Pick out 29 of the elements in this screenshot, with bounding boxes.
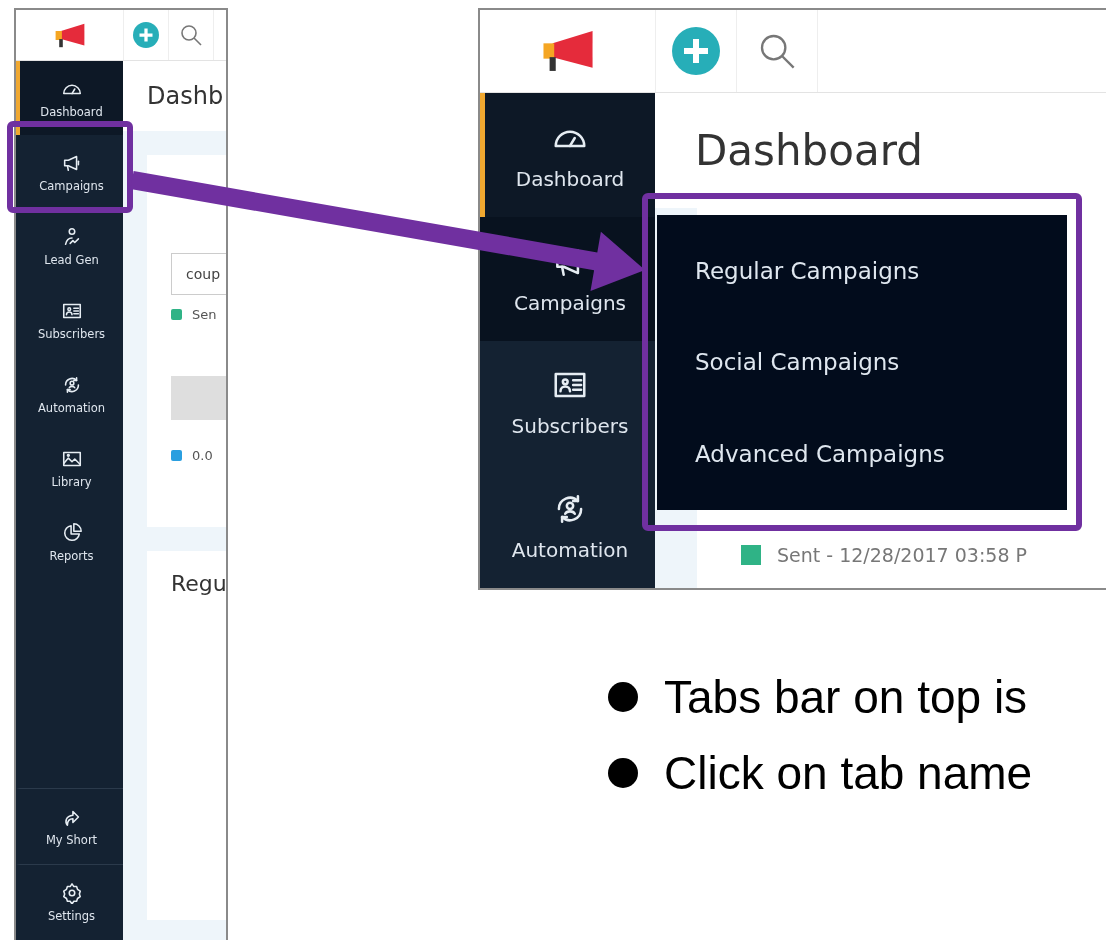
bullet-text: Tabs bar on top is: [664, 670, 1028, 724]
plus-button[interactable]: [133, 22, 159, 48]
nav-item[interactable]: Subscribers: [480, 340, 655, 465]
bullet-dot: [608, 758, 638, 788]
settings-icon: [60, 882, 83, 904]
bullet-dot: [608, 682, 638, 712]
nav-item[interactable]: Automation: [480, 464, 655, 588]
bullet-text: Click on tab name: [664, 746, 1033, 800]
legend-label: 0.0: [192, 448, 213, 463]
page-title: Dashboard: [695, 126, 923, 175]
menu-item[interactable]: Advanced Campaigns: [657, 433, 945, 476]
nav-item[interactable]: Dashboard: [480, 93, 655, 217]
menu-item[interactable]: Regular Campaigns: [657, 249, 920, 292]
search-icon[interactable]: [179, 23, 203, 47]
section-title: Regu: [171, 571, 227, 596]
search-field[interactable]: coup: [171, 253, 226, 295]
nav-item[interactable]: Library: [16, 431, 123, 505]
nav-item[interactable]: Campaigns: [16, 135, 123, 209]
nav-item[interactable]: Lead Gen: [16, 209, 123, 283]
nav-item[interactable]: Reports: [16, 505, 123, 579]
page-title: Dashb: [147, 82, 224, 110]
legend-label: Sent - 12/28/2017 03:58 P: [777, 544, 1027, 566]
menu-item[interactable]: Social Campaigns: [657, 341, 900, 384]
legend-label: Sen: [192, 307, 217, 322]
plus-button[interactable]: [672, 27, 720, 75]
nav-item[interactable]: Subscribers: [16, 283, 123, 357]
nav-item[interactable]: Automation: [16, 357, 123, 431]
chart-bar: [171, 376, 226, 420]
nav-item[interactable]: Dashboard: [16, 61, 123, 135]
